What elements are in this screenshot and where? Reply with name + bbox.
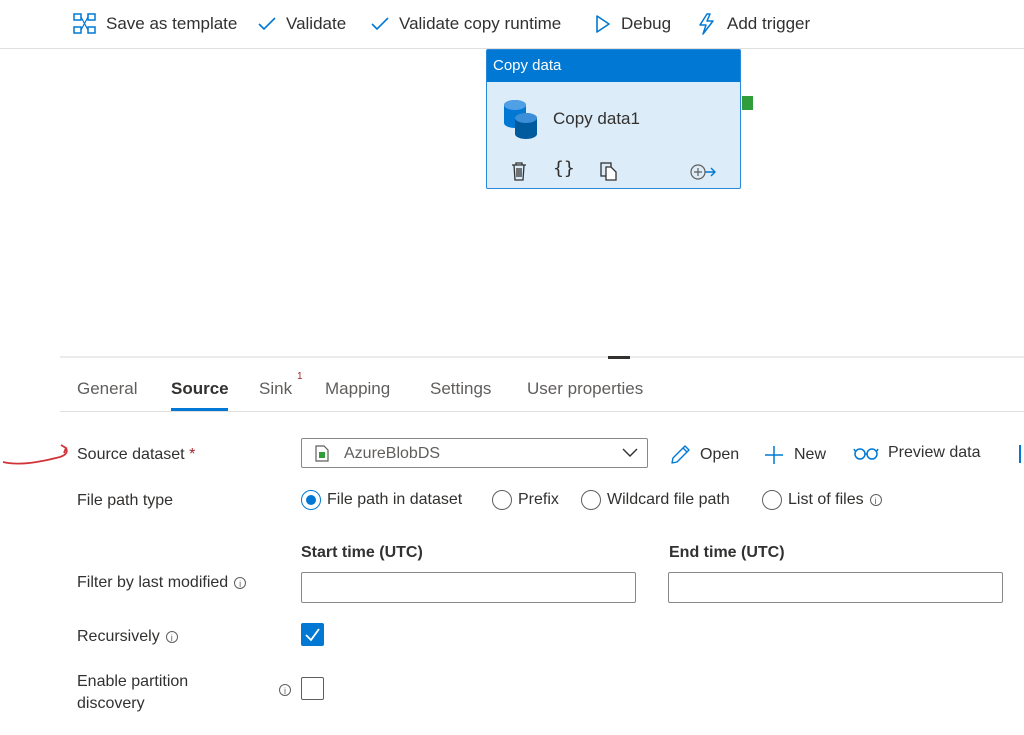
recursively-checkbox[interactable]	[301, 623, 324, 646]
dataset-icon	[315, 445, 329, 462]
source-dataset-dropdown[interactable]: AzureBlobDS	[301, 438, 648, 468]
checkmark-icon	[371, 17, 389, 31]
toolbar: Save as template Validate Validate copy …	[0, 0, 1024, 49]
start-time-label: Start time (UTC)	[301, 544, 423, 561]
play-icon	[596, 15, 610, 33]
radio-label: Wildcard file path	[607, 491, 730, 508]
info-icon[interactable]: i	[165, 630, 178, 643]
required-marker: *	[189, 446, 196, 463]
recursively-label: Recursively i	[77, 628, 178, 646]
checkmark-icon	[258, 17, 276, 31]
radio-label: File path in dataset	[327, 491, 463, 508]
checkmark-icon	[305, 628, 320, 642]
radio-prefix[interactable]: Prefix	[492, 488, 559, 512]
activity-name: Copy data1	[553, 109, 640, 128]
open-label: Open	[700, 446, 740, 463]
radio-label: Prefix	[518, 491, 559, 508]
validate-button[interactable]: Validate	[257, 11, 346, 37]
copy-icon[interactable]	[599, 161, 619, 181]
open-dataset-button[interactable]: Open	[669, 444, 739, 466]
add-output-icon[interactable]	[689, 163, 717, 181]
validate-copy-runtime-button[interactable]: Validate copy runtime	[370, 11, 561, 37]
lightning-icon	[699, 13, 714, 35]
copy-data-activity[interactable]: Copy data Copy data1 {}	[486, 49, 741, 189]
tab-source[interactable]: Source	[171, 379, 229, 399]
sink-error-badge: 1	[297, 371, 303, 382]
overflow-edge	[1019, 445, 1021, 463]
new-label: New	[794, 446, 827, 463]
tab-user-properties[interactable]: User properties	[527, 379, 643, 399]
tab-general[interactable]: General	[77, 379, 137, 399]
radio-button[interactable]	[762, 490, 782, 510]
info-icon[interactable]: i	[234, 576, 247, 589]
end-time-label: End time (UTC)	[669, 544, 785, 561]
source-dataset-label: Source dataset *	[77, 446, 195, 464]
delete-icon[interactable]	[510, 161, 528, 181]
source-dataset-value: AzureBlobDS	[344, 445, 441, 462]
plus-icon	[765, 446, 783, 464]
radio-button[interactable]	[581, 490, 601, 510]
partition-discovery-text-line2: discovery	[77, 695, 145, 712]
database-copy-icon	[504, 100, 537, 139]
source-dataset-label-text: Source dataset	[77, 446, 185, 463]
start-time-input[interactable]	[301, 572, 636, 603]
end-time-input[interactable]	[668, 572, 1003, 603]
new-dataset-button[interactable]: New	[763, 444, 826, 466]
preview-data-button[interactable]: Preview data	[853, 444, 981, 462]
splitter-grip[interactable]	[608, 356, 630, 359]
info-icon[interactable]: i	[279, 684, 291, 696]
validate-label: Validate	[286, 14, 347, 33]
save-as-template-label: Save as template	[106, 14, 238, 33]
add-trigger-button[interactable]: Add trigger	[696, 11, 810, 37]
template-icon	[73, 13, 96, 34]
recursively-text: Recursively	[77, 628, 160, 645]
preview-data-label: Preview data	[888, 444, 981, 461]
radio-button[interactable]	[492, 490, 512, 510]
tab-mapping[interactable]: Mapping	[325, 379, 390, 399]
annotation-arrow	[2, 444, 68, 465]
radio-label: List of files	[788, 491, 864, 508]
tab-active-indicator	[171, 408, 228, 411]
partition-discovery-text-line1: Enable partition	[77, 673, 189, 690]
partition-discovery-checkbox[interactable]	[301, 677, 324, 700]
save-as-template-button[interactable]: Save as template	[73, 11, 237, 37]
radio-button-selected[interactable]	[301, 490, 321, 510]
tab-settings[interactable]: Settings	[430, 379, 491, 399]
success-output-port[interactable]	[742, 96, 753, 110]
filter-last-modified-text: Filter by last modified	[77, 574, 229, 591]
radio-wildcard-file-path[interactable]: Wildcard file path	[581, 488, 730, 512]
chevron-down-icon	[622, 448, 638, 457]
add-trigger-label: Add trigger	[727, 14, 811, 33]
filter-last-modified-label: Filter by last modified i	[77, 574, 247, 592]
activity-type-label: Copy data	[487, 50, 740, 82]
radio-file-path-in-dataset[interactable]: File path in dataset	[301, 488, 462, 512]
info-icon[interactable]: i	[869, 494, 882, 506]
debug-button[interactable]: Debug	[594, 11, 671, 37]
debug-label: Debug	[621, 14, 672, 33]
radio-list-of-files[interactable]: List of files i	[762, 488, 882, 512]
glasses-icon	[853, 448, 879, 460]
tabs-divider	[60, 411, 1024, 412]
partition-discovery-label: Enable partition discovery	[77, 671, 188, 715]
pencil-icon	[671, 445, 690, 464]
tab-sink[interactable]: Sink	[259, 379, 292, 399]
validate-copy-runtime-label: Validate copy runtime	[399, 14, 562, 33]
file-path-type-label: File path type	[77, 492, 174, 509]
panel-splitter[interactable]	[60, 356, 1024, 358]
code-icon[interactable]: {}	[553, 158, 575, 179]
